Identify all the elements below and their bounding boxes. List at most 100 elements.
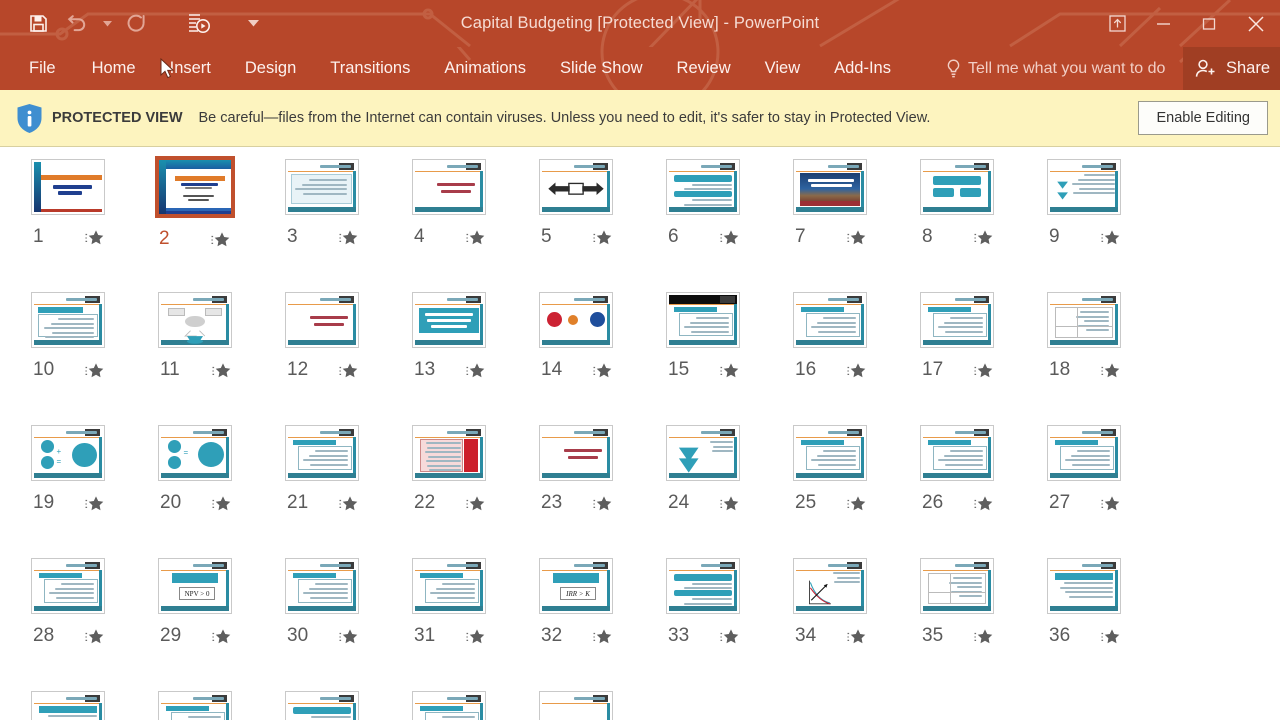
slide-thumbnail-28[interactable]: 28 bbox=[31, 558, 157, 647]
slide-thumbnail-31[interactable]: 31 bbox=[412, 558, 538, 647]
slide-preview[interactable] bbox=[666, 292, 740, 348]
slide-preview[interactable] bbox=[285, 159, 359, 215]
slide-thumbnail-20[interactable]: = 20 bbox=[158, 425, 284, 514]
slide-preview[interactable] bbox=[1047, 292, 1121, 348]
star-rating-icon[interactable] bbox=[845, 495, 867, 512]
star-rating-icon[interactable] bbox=[1099, 229, 1121, 246]
slide-preview[interactable] bbox=[412, 159, 486, 215]
slide-preview[interactable] bbox=[31, 558, 105, 614]
slide-preview[interactable] bbox=[793, 558, 867, 614]
slide-preview[interactable] bbox=[412, 558, 486, 614]
star-rating-icon[interactable] bbox=[464, 495, 486, 512]
slide-thumbnail-15[interactable]: 15 bbox=[666, 292, 792, 381]
slide-preview[interactable]: NPV > 0 bbox=[158, 558, 232, 614]
slide-thumbnail-1[interactable]: 1 bbox=[31, 159, 157, 248]
ribbon-display-options-icon[interactable] bbox=[1094, 0, 1140, 47]
star-rating-icon[interactable] bbox=[1099, 628, 1121, 645]
tab-transitions[interactable]: Transitions bbox=[313, 47, 427, 90]
slide-thumbnail-21[interactable]: 21 bbox=[285, 425, 411, 514]
slide-thumbnail-27[interactable]: 27 bbox=[1047, 425, 1173, 514]
slide-preview[interactable]: + = bbox=[31, 425, 105, 481]
slide-preview[interactable] bbox=[920, 292, 994, 348]
slide-preview[interactable] bbox=[539, 425, 613, 481]
slide-thumbnail-24[interactable]: 24 bbox=[666, 425, 792, 514]
star-rating-icon[interactable] bbox=[464, 362, 486, 379]
star-rating-icon[interactable] bbox=[337, 495, 359, 512]
slide-thumbnail-37[interactable] bbox=[31, 691, 157, 720]
slide-thumbnail-8[interactable]: 8 bbox=[920, 159, 1046, 248]
star-rating-icon[interactable] bbox=[718, 495, 740, 512]
ribbon-tabs[interactable]: File Home Insert Design Transitions Anim… bbox=[0, 47, 908, 90]
slide-preview[interactable] bbox=[793, 425, 867, 481]
star-rating-icon[interactable] bbox=[210, 495, 232, 512]
slide-thumbnail-26[interactable]: 26 bbox=[920, 425, 1046, 514]
slide-thumbnail-2[interactable]: 2 bbox=[155, 156, 284, 250]
slide-preview[interactable] bbox=[666, 558, 740, 614]
slide-preview[interactable] bbox=[158, 691, 232, 720]
star-rating-icon[interactable] bbox=[972, 229, 994, 246]
slide-preview[interactable] bbox=[920, 558, 994, 614]
slide-thumbnail-17[interactable]: 17 bbox=[920, 292, 1046, 381]
slide-preview[interactable] bbox=[155, 156, 235, 218]
slide-thumbnail-7[interactable]: 7 bbox=[793, 159, 919, 248]
star-rating-icon[interactable] bbox=[845, 229, 867, 246]
slide-thumbnail-25[interactable]: 25 bbox=[793, 425, 919, 514]
tab-file[interactable]: File bbox=[0, 47, 75, 90]
minimize-icon[interactable] bbox=[1140, 0, 1186, 47]
slide-thumbnail-9[interactable]: 9 bbox=[1047, 159, 1173, 248]
slide-thumbnail-41[interactable] bbox=[539, 691, 665, 720]
star-rating-icon[interactable] bbox=[845, 628, 867, 645]
slide-thumbnail-5[interactable]: 5 bbox=[539, 159, 665, 248]
slide-preview[interactable] bbox=[539, 292, 613, 348]
slide-thumbnail-23[interactable]: 23 bbox=[539, 425, 665, 514]
tab-add-ins[interactable]: Add-Ins bbox=[817, 47, 908, 90]
slide-preview[interactable] bbox=[412, 425, 486, 481]
tab-review[interactable]: Review bbox=[660, 47, 748, 90]
slide-thumbnail-33[interactable]: 33 bbox=[666, 558, 792, 647]
slide-preview[interactable] bbox=[1047, 558, 1121, 614]
star-rating-icon[interactable] bbox=[83, 628, 105, 645]
window-controls[interactable] bbox=[1094, 0, 1280, 47]
close-icon[interactable] bbox=[1232, 0, 1280, 47]
star-rating-icon[interactable] bbox=[591, 628, 613, 645]
start-presentation-icon[interactable] bbox=[178, 4, 218, 44]
star-rating-icon[interactable] bbox=[209, 231, 231, 248]
slide-sorter-pane[interactable]: 1 2 3 4 5 6 7 8 9 10 11 12 13 14 15 16 17 18 + = 19 = 20 21 22 23… bbox=[0, 147, 1280, 720]
redo-icon[interactable] bbox=[116, 4, 156, 44]
star-rating-icon[interactable] bbox=[83, 362, 105, 379]
star-rating-icon[interactable] bbox=[972, 628, 994, 645]
star-rating-icon[interactable] bbox=[591, 229, 613, 246]
slide-preview[interactable] bbox=[412, 691, 486, 720]
star-rating-icon[interactable] bbox=[972, 495, 994, 512]
star-rating-icon[interactable] bbox=[464, 628, 486, 645]
star-rating-icon[interactable] bbox=[83, 229, 105, 246]
slide-thumbnail-19[interactable]: + = 19 bbox=[31, 425, 157, 514]
star-rating-icon[interactable] bbox=[718, 628, 740, 645]
star-rating-icon[interactable] bbox=[1099, 495, 1121, 512]
save-icon[interactable] bbox=[18, 4, 58, 44]
quick-access-toolbar[interactable] bbox=[0, 0, 262, 47]
slide-thumbnail-22[interactable]: 22 bbox=[412, 425, 538, 514]
tab-home[interactable]: Home bbox=[75, 47, 153, 90]
slide-preview[interactable]: = bbox=[158, 425, 232, 481]
star-rating-icon[interactable] bbox=[210, 362, 232, 379]
slide-thumbnail-12[interactable]: 12 bbox=[285, 292, 411, 381]
star-rating-icon[interactable] bbox=[464, 229, 486, 246]
slide-thumbnail-16[interactable]: 16 bbox=[793, 292, 919, 381]
star-rating-icon[interactable] bbox=[337, 628, 359, 645]
slide-preview[interactable] bbox=[285, 425, 359, 481]
slide-preview[interactable] bbox=[920, 425, 994, 481]
slide-thumbnail-29[interactable]: NPV > 0 29 bbox=[158, 558, 284, 647]
slide-thumbnail-30[interactable]: 30 bbox=[285, 558, 411, 647]
star-rating-icon[interactable] bbox=[210, 628, 232, 645]
slide-preview[interactable] bbox=[31, 159, 105, 215]
slide-preview[interactable] bbox=[158, 292, 232, 348]
slide-thumbnail-35[interactable]: 35 bbox=[920, 558, 1046, 647]
slide-preview[interactable] bbox=[793, 159, 867, 215]
slide-preview[interactable] bbox=[1047, 425, 1121, 481]
tell-me-search[interactable]: Tell me what you want to do bbox=[946, 47, 1165, 90]
share-button[interactable]: Share bbox=[1182, 47, 1280, 90]
slide-preview[interactable] bbox=[1047, 159, 1121, 215]
tab-design[interactable]: Design bbox=[228, 47, 313, 90]
tab-view[interactable]: View bbox=[748, 47, 817, 90]
